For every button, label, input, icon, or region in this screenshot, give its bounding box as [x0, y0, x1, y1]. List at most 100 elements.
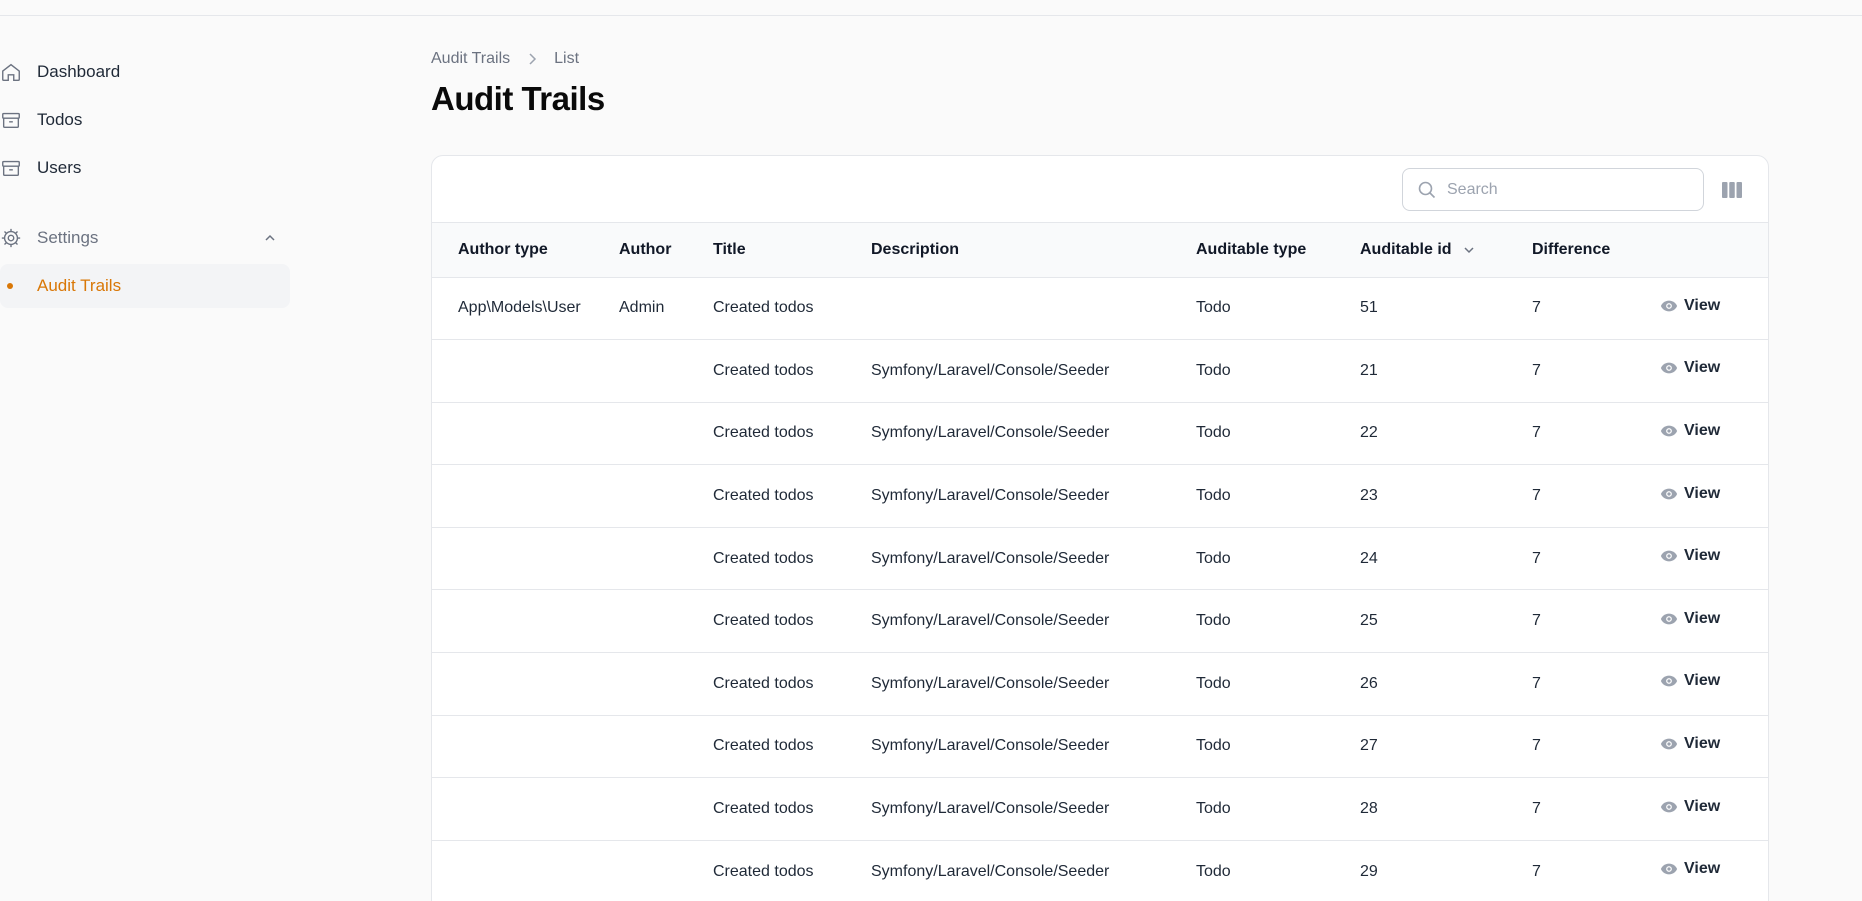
table-row[interactable]: Created todos Symfony/Laravel/Console/Se… — [432, 402, 1768, 466]
table-row[interactable]: Created todos Symfony/Laravel/Console/Se… — [432, 527, 1768, 591]
cell-difference: 7 — [1532, 277, 1660, 341]
view-label: View — [1684, 797, 1721, 815]
cell-author-type — [432, 464, 619, 528]
column-header-auditable-type: Auditable type — [1196, 223, 1360, 278]
sidebar-group-label: Settings — [37, 228, 99, 247]
cell-author — [619, 402, 713, 466]
cell-difference: 7 — [1532, 589, 1660, 654]
view-label: View — [1684, 296, 1721, 314]
cell-author-type — [432, 715, 619, 779]
cell-difference: 7 — [1532, 402, 1660, 466]
column-header-label: Auditable id — [1360, 240, 1452, 258]
column-header-author-type: Author type — [432, 223, 619, 278]
sidebar-item-users[interactable]: Users — [0, 146, 290, 190]
cell-description: Symfony/Laravel/Console/Seeder — [871, 589, 1196, 654]
cell-auditable-id: 26 — [1360, 652, 1532, 716]
view-button[interactable]: View — [1660, 485, 1720, 503]
sidebar-item-label: Audit Trails — [37, 276, 122, 295]
cell-author — [619, 715, 713, 779]
cell-auditable-id: 27 — [1360, 715, 1532, 779]
table-row[interactable]: Created todos Symfony/Laravel/Console/Se… — [432, 715, 1768, 779]
eye-icon — [1660, 422, 1678, 440]
view-label: View — [1684, 484, 1721, 502]
cell-author-type — [432, 840, 619, 901]
search-field[interactable] — [1402, 168, 1704, 211]
view-label: View — [1684, 421, 1721, 439]
sidebar-item-audit-trails[interactable]: Audit Trails — [0, 264, 290, 308]
table-card: Author type Author Title Description Aud… — [431, 155, 1769, 901]
cell-actions: View — [1660, 464, 1768, 528]
cell-auditable-id: 24 — [1360, 527, 1532, 591]
cell-author — [619, 464, 713, 528]
cell-title: Created todos — [713, 277, 871, 341]
cell-difference: 7 — [1532, 840, 1660, 901]
table-row[interactable]: Created todos Symfony/Laravel/Console/Se… — [432, 777, 1768, 841]
cell-title: Created todos — [713, 777, 871, 841]
view-button[interactable]: View — [1660, 297, 1720, 315]
eye-icon — [1660, 485, 1678, 503]
table-row[interactable]: Created todos Symfony/Laravel/Console/Se… — [432, 464, 1768, 528]
view-label: View — [1684, 860, 1721, 878]
cell-author — [619, 527, 713, 591]
sidebar-item-label: Dashboard — [37, 62, 121, 81]
cell-title: Created todos — [713, 589, 871, 654]
sidebar-group-settings[interactable]: Settings — [0, 216, 290, 260]
cell-author-type — [432, 527, 619, 591]
cell-actions: View — [1660, 589, 1768, 654]
breadcrumb-link-audit-trails[interactable]: Audit Trails — [431, 50, 510, 68]
eye-icon — [1660, 672, 1678, 690]
table-toolbar — [432, 156, 1768, 223]
sidebar-item-label: Users — [37, 158, 82, 177]
cell-auditable-type: Todo — [1196, 715, 1360, 779]
cell-description: Symfony/Laravel/Console/Seeder — [871, 402, 1196, 466]
cell-auditable-type: Todo — [1196, 464, 1360, 528]
columns-toggle-button[interactable] — [1720, 178, 1744, 202]
cell-actions: View — [1660, 777, 1768, 841]
top-bar — [0, 0, 1862, 16]
cell-description: Symfony/Laravel/Console/Seeder — [871, 840, 1196, 901]
cell-author-type — [432, 652, 619, 716]
search-input[interactable] — [1447, 180, 1687, 199]
audit-trails-table: Author type Author Title Description Aud… — [432, 223, 1768, 901]
table-row[interactable]: App\Models\User Admin Created todos Todo… — [432, 277, 1768, 341]
view-button[interactable]: View — [1660, 422, 1720, 440]
view-button[interactable]: View — [1660, 672, 1720, 690]
cell-actions: View — [1660, 277, 1768, 341]
table-row[interactable]: Created todos Symfony/Laravel/Console/Se… — [432, 589, 1768, 654]
view-button[interactable]: View — [1660, 359, 1720, 377]
cell-author-type — [432, 339, 619, 403]
table-row[interactable]: Created todos Symfony/Laravel/Console/Se… — [432, 339, 1768, 403]
chevron-up-icon[interactable] — [262, 230, 278, 246]
cell-auditable-type: Todo — [1196, 277, 1360, 341]
cell-auditable-id: 23 — [1360, 464, 1532, 528]
cell-title: Created todos — [713, 464, 871, 528]
sidebar-item-todos[interactable]: Todos — [0, 98, 290, 142]
view-button[interactable]: View — [1660, 798, 1720, 816]
table-header-row: Author type Author Title Description Aud… — [432, 223, 1768, 278]
cell-author — [619, 777, 713, 841]
eye-icon — [1660, 735, 1678, 753]
sidebar-item-label: Todos — [37, 110, 83, 129]
view-button[interactable]: View — [1660, 547, 1720, 565]
archive-icon — [0, 109, 22, 131]
cell-author-type: App\Models\User — [432, 277, 619, 341]
view-button[interactable]: View — [1660, 610, 1720, 628]
view-button[interactable]: View — [1660, 860, 1720, 878]
cell-description: Symfony/Laravel/Console/Seeder — [871, 339, 1196, 403]
search-icon — [1417, 180, 1437, 200]
cell-auditable-id: 22 — [1360, 402, 1532, 466]
cell-difference: 7 — [1532, 652, 1660, 716]
table-row[interactable]: Created todos Symfony/Laravel/Console/Se… — [432, 840, 1768, 901]
cell-description: Symfony/Laravel/Console/Seeder — [871, 464, 1196, 528]
cell-description — [871, 277, 1196, 341]
cell-author — [619, 652, 713, 716]
sidebar-item-dashboard[interactable]: Dashboard — [0, 50, 290, 94]
breadcrumb-current: List — [554, 50, 580, 67]
archive-icon — [0, 157, 22, 179]
sort-button[interactable]: Auditable id — [1360, 241, 1476, 259]
view-label: View — [1684, 734, 1721, 752]
column-header-auditable-id[interactable]: Auditable id — [1360, 223, 1532, 278]
table-row[interactable]: Created todos Symfony/Laravel/Console/Se… — [432, 652, 1768, 716]
view-label: View — [1684, 672, 1721, 690]
view-button[interactable]: View — [1660, 735, 1720, 753]
